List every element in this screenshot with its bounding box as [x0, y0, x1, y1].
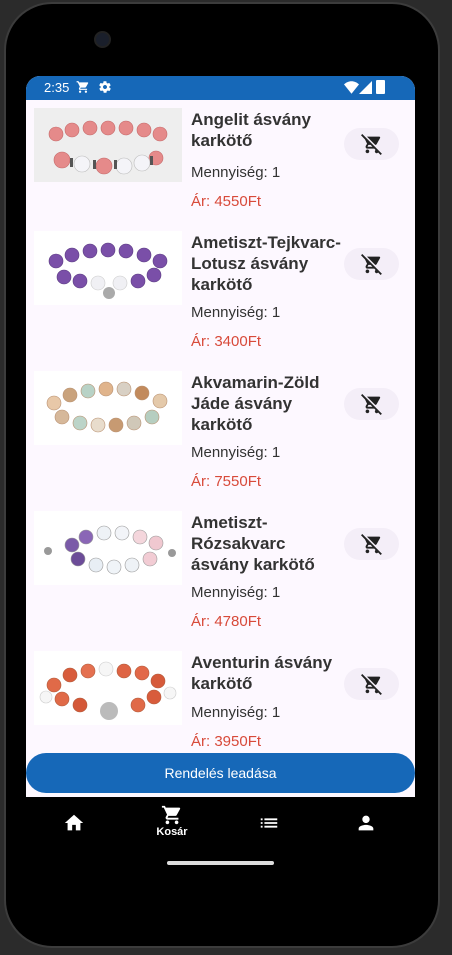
nav-profile[interactable]	[336, 800, 396, 850]
nav-cart[interactable]: Kosár	[142, 800, 202, 850]
bracelet-image	[34, 108, 182, 182]
remove-from-cart-button[interactable]	[344, 388, 399, 420]
cart-item: Akvamarin-Zöld Jáde ásvány karkötő Menny…	[26, 367, 415, 507]
status-bar: 2:35	[26, 76, 415, 100]
list-icon	[260, 818, 278, 828]
nav-orders[interactable]	[239, 800, 299, 850]
cart-notification-icon	[76, 81, 89, 93]
nav-home[interactable]	[44, 800, 104, 850]
product-name: Angelit ásvány karkötő	[191, 110, 311, 150]
product-quantity: Mennyiség: 1	[191, 704, 281, 721]
product-quantity: Mennyiség: 1	[191, 584, 281, 601]
product-name: Ametiszt-Tejkvarc-Lotusz ásvány karkötő	[191, 233, 341, 294]
signal-icon	[359, 81, 372, 94]
bracelet-image	[34, 511, 182, 585]
home-indicator[interactable]	[167, 861, 274, 865]
product-image	[34, 231, 182, 305]
front-camera	[94, 31, 111, 48]
bracelet-image	[34, 371, 182, 445]
remove-shopping-cart-icon	[360, 394, 382, 415]
product-quantity: Mennyiség: 1	[191, 444, 281, 461]
product-name: Akvamarin-Zöld Jáde ásvány karkötő	[191, 373, 320, 434]
cart-item: Angelit ásvány karkötő Mennyiség: 1 Ár: …	[26, 104, 415, 244]
product-name: Ametiszt-Rózsakvarc ásvány karkötő	[191, 513, 315, 574]
product-quantity: Mennyiség: 1	[191, 304, 281, 321]
product-price: Ár: 7550Ft	[191, 473, 262, 490]
battery-icon	[376, 80, 385, 94]
place-order-button[interactable]: Rendelés leadása	[26, 753, 415, 793]
remove-shopping-cart-icon	[360, 674, 382, 695]
product-image	[34, 651, 182, 725]
gear-icon	[99, 81, 111, 93]
product-price: Ár: 4780Ft	[191, 613, 262, 630]
product-price: Ár: 4550Ft	[191, 193, 262, 210]
status-time: 2:35	[44, 80, 70, 95]
nav-cart-label: Kosár	[156, 826, 188, 838]
product-image	[34, 511, 182, 585]
cart-item: Ametiszt-Rózsakvarc ásvány karkötő Menny…	[26, 507, 415, 647]
remove-from-cart-button[interactable]	[344, 668, 399, 700]
person-icon	[358, 815, 374, 831]
remove-shopping-cart-icon	[360, 134, 382, 155]
remove-from-cart-button[interactable]	[344, 248, 399, 280]
product-image	[34, 108, 182, 182]
home-icon	[64, 814, 84, 831]
product-price: Ár: 3950Ft	[191, 733, 262, 750]
app-screen: 2:35 Angelit ásvány karkötő Mennyiség: 1…	[26, 76, 415, 797]
remove-from-cart-button[interactable]	[344, 128, 399, 160]
bottom-navigation: Kosár	[26, 800, 415, 850]
bracelet-image	[34, 651, 182, 725]
remove-from-cart-button[interactable]	[344, 528, 399, 560]
product-quantity: Mennyiség: 1	[191, 164, 281, 181]
remove-shopping-cart-icon	[360, 254, 382, 275]
shopping-cart-icon	[161, 805, 181, 825]
product-price: Ár: 3400Ft	[191, 333, 262, 350]
bracelet-image	[34, 231, 182, 305]
cart-item: Ametiszt-Tejkvarc-Lotusz ásvány karkötő …	[26, 227, 415, 367]
remove-shopping-cart-icon	[360, 534, 382, 555]
wifi-icon	[344, 81, 359, 94]
product-name: Aventurin ásvány karkötő	[191, 653, 333, 693]
product-image	[34, 371, 182, 445]
